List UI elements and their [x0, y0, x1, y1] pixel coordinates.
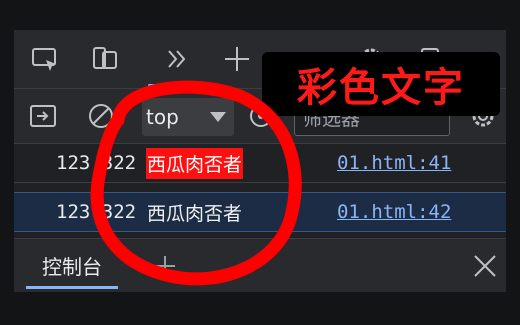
sidebar-toggle-icon[interactable] [26, 99, 60, 133]
chevron-down-icon [210, 112, 226, 122]
device-toolbar-icon[interactable] [88, 42, 122, 76]
active-panel-indicator [148, 84, 192, 87]
title-text: 彩色文字 [297, 65, 465, 111]
clear-console-icon[interactable] [84, 99, 118, 133]
log-prefix: 123.322 [56, 152, 137, 174]
log-message: 西瓜肉否者 [146, 147, 244, 179]
context-value: top [146, 105, 179, 129]
source-link[interactable]: 01.html:42 [337, 201, 451, 223]
source-link[interactable]: 01.html:41 [337, 152, 451, 174]
log-prefix: 123.322 [56, 201, 137, 223]
context-select[interactable]: top [142, 98, 234, 136]
drawer-bar: 控制台 [14, 238, 506, 292]
log-message: 西瓜肉否者 [147, 202, 243, 225]
inspect-element-icon[interactable] [28, 42, 62, 76]
close-icon[interactable] [468, 249, 502, 283]
log-row[interactable]: 123.322 西瓜肉否者 01.html:42 [14, 192, 506, 232]
more-panels-icon[interactable] [160, 42, 194, 76]
log-row[interactable]: 123.322 西瓜肉否者 01.html:41 [14, 144, 506, 183]
tab-console[interactable]: 控制台 [26, 245, 118, 289]
add-tab-icon[interactable] [148, 249, 182, 283]
title-banner: 彩色文字 [262, 52, 500, 116]
add-panel-icon[interactable] [220, 42, 254, 76]
